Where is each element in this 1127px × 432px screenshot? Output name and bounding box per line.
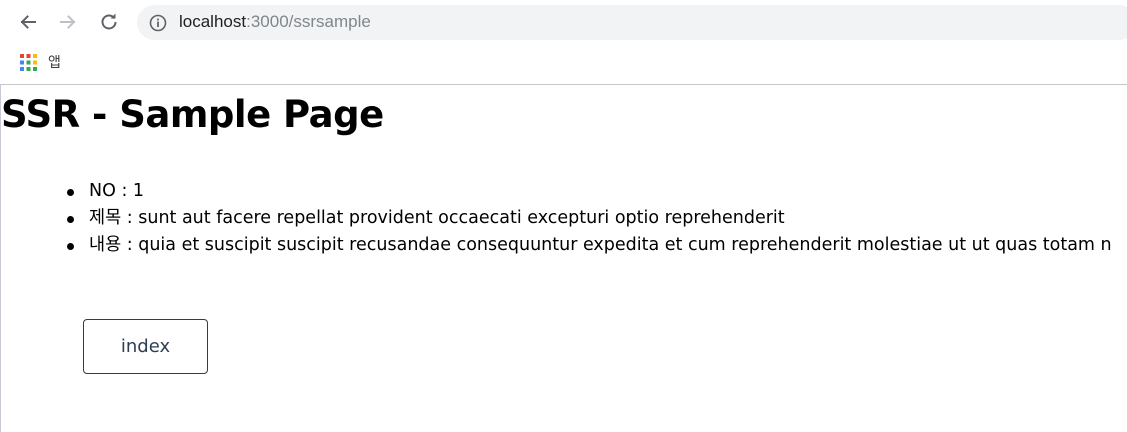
forward-button[interactable] — [56, 10, 80, 34]
detail-separator: : — [121, 208, 139, 228]
detail-list: NO : 1 제목 : sunt aut facere repellat pro… — [67, 178, 1112, 259]
browser-toolbar: localhost:3000/ssrsample — [0, 0, 1127, 44]
apps-grid-icon[interactable] — [20, 54, 37, 71]
url-path: :3000/ssrsample — [246, 12, 371, 31]
url-host: localhost — [179, 12, 247, 31]
bookmarks-bar: 앱 — [0, 44, 1127, 85]
page-content: SSR - Sample Page NO : 1 제목 : sunt aut f… — [0, 85, 1127, 432]
detail-value: quia et suscipit suscipit recusandae con… — [138, 235, 1112, 255]
detail-label: 제목 — [89, 208, 122, 228]
detail-item-title: 제목 : sunt aut facere repellat provident … — [67, 205, 1112, 232]
back-button[interactable] — [16, 10, 40, 34]
index-button[interactable]: index — [83, 319, 208, 374]
detail-item-content: 내용 : quia et suscipit suscipit recusanda… — [67, 232, 1112, 259]
arrow-forward-icon — [60, 15, 76, 29]
detail-value: 1 — [132, 181, 145, 201]
info-icon[interactable] — [149, 14, 167, 32]
reload-icon — [101, 13, 117, 30]
apps-bookmark-label[interactable]: 앱 — [48, 52, 61, 72]
detail-item-no: NO : 1 — [67, 178, 1112, 205]
page-title: SSR - Sample Page — [1, 93, 384, 136]
reload-button[interactable] — [97, 10, 121, 34]
address-bar[interactable]: localhost:3000/ssrsample — [137, 5, 1127, 40]
arrow-back-icon — [20, 15, 36, 29]
detail-value: sunt aut facere repellat provident occae… — [138, 208, 785, 228]
detail-separator: : — [115, 181, 133, 201]
detail-separator: : — [121, 235, 139, 255]
detail-label: 내용 — [89, 235, 122, 255]
url-text[interactable]: localhost:3000/ssrsample — [179, 12, 371, 32]
detail-label: NO — [89, 181, 116, 201]
